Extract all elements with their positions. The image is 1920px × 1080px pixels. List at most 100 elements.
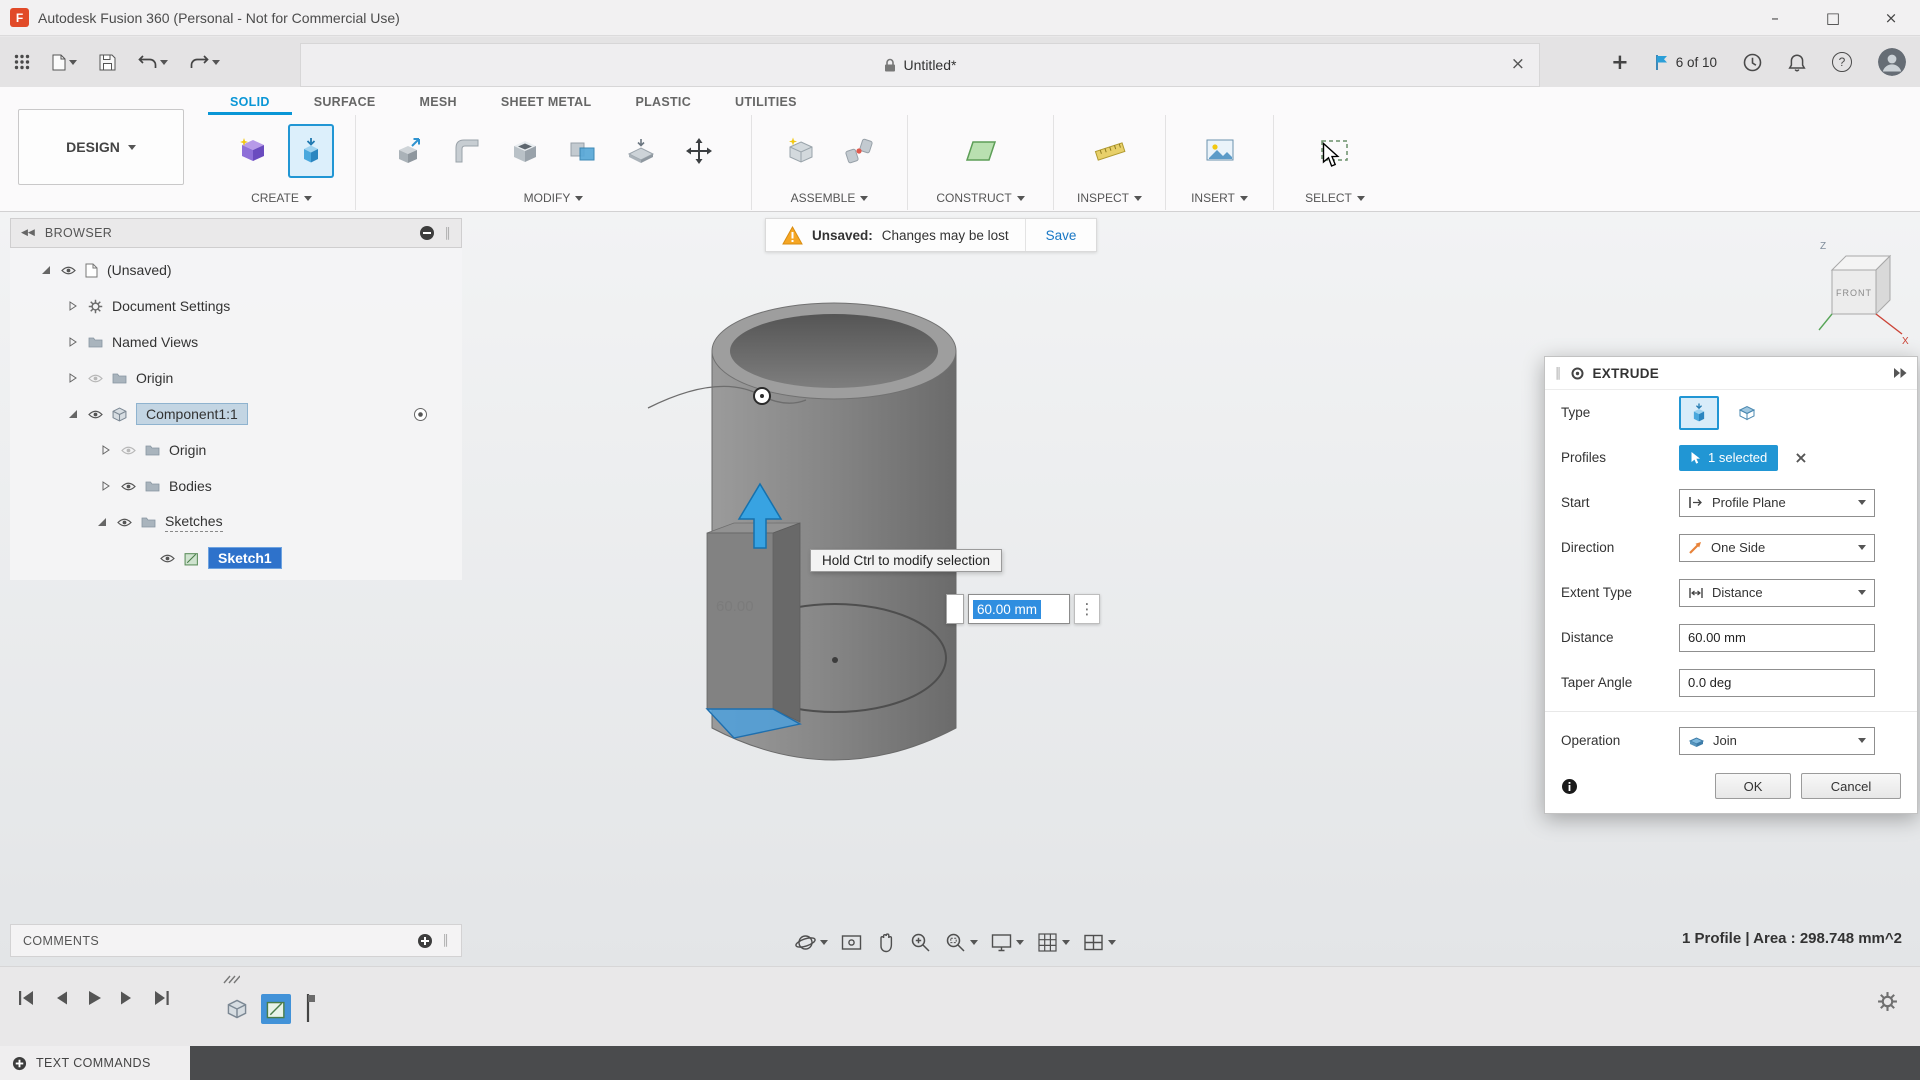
text-commands-console[interactable]: [190, 1046, 1920, 1080]
new-component-button[interactable]: [778, 124, 824, 178]
browser-display-toggle[interactable]: [419, 225, 435, 241]
file-menu-button[interactable]: [48, 50, 81, 75]
notifications-button[interactable]: [1788, 53, 1806, 72]
timeline-settings-gear-icon[interactable]: [1877, 991, 1898, 1012]
direction-dropdown[interactable]: One Side: [1679, 534, 1875, 562]
save-button[interactable]: [95, 50, 120, 75]
visibility-eye-icon[interactable]: [160, 553, 175, 564]
ok-button[interactable]: OK: [1715, 773, 1791, 799]
play-button[interactable]: [86, 989, 102, 1007]
browser-item-bodies[interactable]: Bodies: [10, 468, 462, 504]
create-form-button[interactable]: [230, 124, 276, 178]
close-tab-button[interactable]: ×: [1511, 54, 1525, 74]
extrude-button[interactable]: [288, 124, 334, 178]
tab-surface[interactable]: SURFACE: [292, 89, 398, 115]
expand-closed-icon[interactable]: [67, 373, 79, 383]
display-settings-button[interactable]: [986, 928, 1028, 957]
visibility-eye-icon[interactable]: [117, 517, 132, 528]
distance-inline-input[interactable]: 60.00 mm: [968, 594, 1070, 624]
tab-mesh[interactable]: MESH: [398, 89, 479, 115]
usage-badge[interactable]: 6 of 10: [1655, 54, 1717, 71]
extrude-dialog-titlebar[interactable]: ∥ EXTRUDE: [1545, 357, 1917, 390]
start-dropdown[interactable]: Profile Plane: [1679, 489, 1875, 517]
expand-open-icon[interactable]: [96, 517, 108, 527]
close-button[interactable]: ×: [1862, 0, 1920, 36]
browser-item-component-origin[interactable]: Origin: [10, 432, 462, 468]
info-icon[interactable]: [1561, 778, 1578, 795]
dialog-grip[interactable]: ∥: [1555, 366, 1562, 381]
operation-dropdown[interactable]: Join: [1679, 727, 1875, 755]
visibility-eye-icon[interactable]: [88, 409, 103, 420]
activate-component-radio[interactable]: [413, 407, 428, 422]
browser-item-root[interactable]: (Unsaved): [10, 252, 462, 288]
grid-settings-button[interactable]: [1032, 928, 1074, 957]
measure-button[interactable]: [1087, 124, 1133, 178]
redo-button[interactable]: [186, 51, 224, 74]
group-construct-menu[interactable]: CONSTRUCT: [908, 186, 1053, 210]
view-cube[interactable]: FRONT Z X: [1814, 236, 1914, 346]
look-at-button[interactable]: [836, 928, 867, 957]
expand-closed-icon[interactable]: [67, 337, 79, 347]
timeline-drag-hatch[interactable]: [222, 975, 240, 984]
construct-plane-button[interactable]: [958, 124, 1004, 178]
user-avatar[interactable]: [1878, 48, 1906, 76]
maximize-button[interactable]: □: [1804, 0, 1862, 36]
browser-grip[interactable]: ∥: [445, 226, 452, 241]
app-grid-icon[interactable]: [10, 50, 34, 74]
save-link[interactable]: Save: [1025, 219, 1097, 251]
step-forward-button[interactable]: [119, 989, 135, 1007]
tab-solid[interactable]: SOLID: [208, 89, 292, 115]
fillet-button[interactable]: [444, 124, 490, 178]
text-commands-tab[interactable]: TEXT COMMANDS: [0, 1046, 190, 1080]
extent-type-dropdown[interactable]: Distance: [1679, 579, 1875, 607]
browser-item-document-settings[interactable]: Document Settings: [10, 288, 462, 324]
collapse-browser-icon[interactable]: ◀◀: [21, 228, 35, 238]
visibility-eye-off-icon[interactable]: [121, 445, 136, 456]
document-tab[interactable]: Untitled*: [884, 57, 957, 73]
step-back-button[interactable]: [53, 989, 69, 1007]
browser-item-origin[interactable]: Origin: [10, 360, 462, 396]
viewports-button[interactable]: [1078, 928, 1120, 957]
group-inspect-menu[interactable]: INSPECT: [1054, 186, 1165, 210]
distance-input[interactable]: [1679, 624, 1875, 652]
tab-utilities[interactable]: UTILITIES: [713, 89, 819, 115]
group-select-menu[interactable]: SELECT: [1274, 186, 1396, 210]
press-pull-button[interactable]: [386, 124, 432, 178]
browser-item-sketch1[interactable]: Sketch1: [10, 540, 462, 576]
expand-closed-icon[interactable]: [100, 445, 112, 455]
timeline-sketch1-feature[interactable]: [261, 994, 291, 1024]
job-status-button[interactable]: [1743, 53, 1762, 72]
type-thin-extrude-button[interactable]: [1727, 396, 1767, 430]
type-extrude-button[interactable]: [1679, 396, 1719, 430]
go-to-end-button[interactable]: [152, 989, 172, 1007]
clear-selection-icon[interactable]: ×: [1794, 448, 1807, 467]
taper-angle-input[interactable]: [1679, 669, 1875, 697]
expand-closed-icon[interactable]: [100, 481, 112, 491]
joint-button[interactable]: [836, 124, 882, 178]
expand-closed-icon[interactable]: [67, 301, 79, 311]
orbit-button[interactable]: [790, 928, 832, 957]
help-button[interactable]: ?: [1832, 52, 1852, 72]
add-comment-icon[interactable]: [417, 933, 433, 949]
pan-button[interactable]: [871, 928, 901, 957]
offset-face-button[interactable]: [618, 124, 664, 178]
group-modify-menu[interactable]: MODIFY: [356, 186, 751, 210]
go-to-start-button[interactable]: [16, 989, 36, 1007]
browser-item-component1[interactable]: Component1:1: [10, 396, 462, 432]
move-copy-button[interactable]: [676, 124, 722, 178]
expand-open-icon[interactable]: [67, 409, 79, 419]
cancel-button[interactable]: Cancel: [1801, 773, 1901, 799]
dimension-input-handle[interactable]: ⋮: [1074, 594, 1100, 624]
timeline-component-feature[interactable]: [222, 994, 252, 1024]
new-tab-button[interactable]: +: [1611, 50, 1629, 74]
zoom-window-button[interactable]: [940, 928, 982, 957]
profiles-selected-button[interactable]: 1 selected: [1679, 445, 1778, 471]
dialog-expand-icon[interactable]: [1892, 367, 1907, 379]
visibility-eye-off-icon[interactable]: [88, 373, 103, 384]
zoom-button[interactable]: [905, 928, 936, 957]
browser-item-named-views[interactable]: Named Views: [10, 324, 462, 360]
browser-item-sketches[interactable]: Sketches: [10, 504, 462, 540]
shell-button[interactable]: [502, 124, 548, 178]
workspace-selector[interactable]: DESIGN: [18, 109, 184, 185]
undo-button[interactable]: [134, 51, 172, 74]
